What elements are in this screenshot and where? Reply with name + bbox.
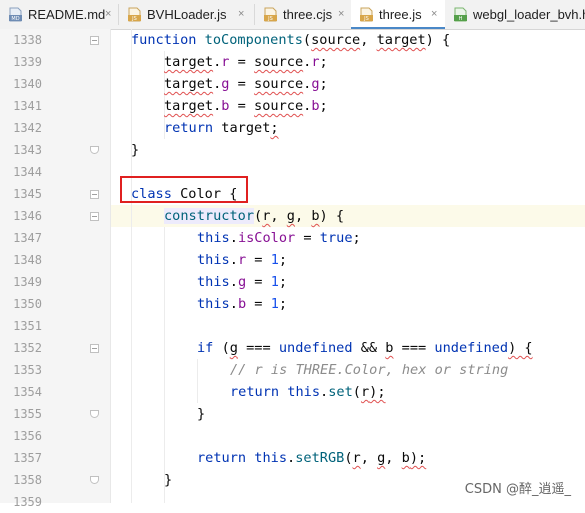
svg-text:MD: MD [11,16,19,22]
fold-toggle-icon[interactable] [90,212,99,221]
highlight-annotation-box [120,176,248,203]
code-line: } [131,142,140,158]
svg-text:JS: JS [131,16,137,22]
fold-end-icon[interactable] [90,410,99,418]
fold-end-icon[interactable] [90,146,99,154]
line-number: 1344 [13,165,42,179]
fold-toggle-icon[interactable] [90,190,99,199]
editor-tab-bar: MD README.md × JS BVHLoader.js × JS thre… [0,0,585,30]
tab-three-cjs[interactable]: JS three.cjs × [255,0,351,29]
line-number: 1353 [13,363,42,377]
tab-webgl-loader-bvh[interactable]: H webgl_loader_bvh.ht [445,0,585,29]
tab-label: three.js [379,7,422,22]
code-line: this.b = 1; [197,296,288,312]
code-editor[interactable]: function toComponents(source, target) { … [111,29,585,503]
line-number: 1350 [13,297,42,311]
code-line: this.r = 1; [197,252,288,268]
js-file-icon: JS [128,7,141,22]
tab-label: three.cjs [283,7,333,22]
tab-readme-md[interactable]: MD README.md × [0,0,117,29]
code-comment: // r is THREE.Color, hex or string [230,362,509,378]
js-file-icon: JS [264,7,277,22]
code-line: target.r = source.r; [164,54,328,70]
line-number: 1342 [13,121,42,135]
code-line: return this.setRGB(r, g, b); [197,450,427,466]
line-number: 1338 [13,33,42,47]
svg-text:JS: JS [363,16,369,22]
code-line: this.isColor = true; [197,230,361,246]
code-line: constructor(r, g, b) { [164,208,345,224]
line-number: 1341 [13,99,42,113]
code-line: return target; [164,120,279,136]
fold-end-icon[interactable] [90,476,99,484]
line-number: 1351 [13,319,42,333]
line-number: 1352 [13,341,42,355]
line-number-gutter[interactable]: 1338 1339 1340 1341 1342 1343 1344 1345 … [0,29,110,509]
line-number: 1359 [13,495,42,509]
svg-text:H: H [459,16,463,22]
close-tab-icon[interactable]: × [238,0,244,29]
fold-toggle-icon[interactable] [90,344,99,353]
close-tab-icon[interactable]: × [338,0,344,29]
markdown-file-icon: MD [9,7,22,22]
indent-guide [164,227,165,503]
close-tab-icon[interactable]: × [431,0,437,29]
code-line: if (g === undefined && b === undefined) … [197,340,533,356]
line-number: 1357 [13,451,42,465]
line-number: 1355 [13,407,42,421]
code-line: } [164,472,173,488]
code-line: target.b = source.b; [164,98,328,114]
tab-label: BVHLoader.js [147,7,227,22]
line-number: 1354 [13,385,42,399]
html-file-icon: H [454,7,467,22]
close-tab-icon[interactable]: × [105,0,111,29]
code-line: return this.set(r); [230,384,386,400]
line-number: 1347 [13,231,42,245]
fold-toggle-icon[interactable] [90,36,99,45]
line-number: 1339 [13,55,42,69]
indent-guide [131,29,132,503]
indent-guide [197,359,198,403]
svg-text:JS: JS [267,16,273,22]
line-number: 1345 [13,187,42,201]
code-line: function toComponents(source, target) { [131,32,451,48]
line-number: 1358 [13,473,42,487]
line-number: 1356 [13,429,42,443]
code-line: } [197,406,206,422]
tab-label: README.md [28,7,106,22]
line-number: 1340 [13,77,42,91]
tab-label: webgl_loader_bvh.ht [473,7,585,22]
line-number: 1349 [13,275,42,289]
line-number: 1346 [13,209,42,223]
code-line: target.g = source.g; [164,76,328,92]
line-number: 1348 [13,253,42,267]
code-line: this.g = 1; [197,274,288,290]
line-number: 1343 [13,143,42,157]
tab-bvhloader-js[interactable]: JS BVHLoader.js × [119,0,253,29]
watermark: CSDN @醉_逍遥_ [464,478,571,497]
js-file-icon: JS [360,7,373,22]
tab-three-js[interactable]: JS three.js × [351,0,445,29]
